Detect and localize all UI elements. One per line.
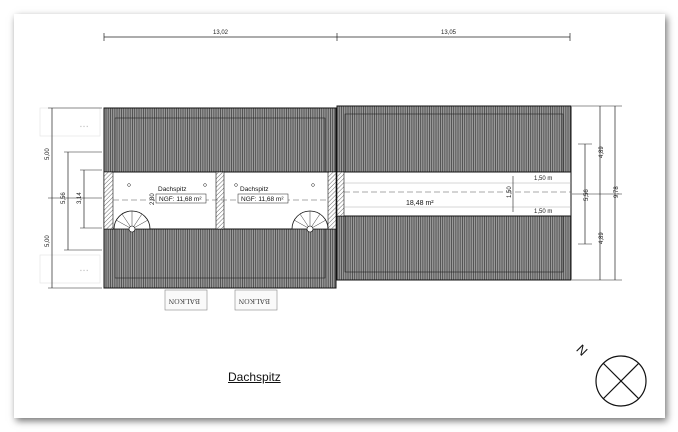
right-dim-top: 1,50 m bbox=[534, 176, 552, 182]
balcony-right: BALKON bbox=[234, 289, 278, 311]
svg-text:▪ ▪ ▪: ▪ ▪ ▪ bbox=[80, 268, 88, 274]
ghost-markings: ▪ ▪ ▪ ▪ ▪ ▪ bbox=[39, 107, 101, 284]
balcony-left-label: BALKON bbox=[168, 297, 200, 306]
right-room: 1,50 m 1,50 m 1,50 18,48 m² bbox=[336, 171, 572, 217]
dim-right-total: 9,78 bbox=[614, 186, 620, 198]
dim-right-upper: 4,89 bbox=[599, 146, 605, 158]
right-room-area: 18,48 m² bbox=[406, 200, 434, 207]
plan-title: Dachspitz bbox=[228, 370, 281, 384]
room-2-area: NGF: 11,68 m² bbox=[241, 196, 284, 203]
right-dim-bottom: 1,50 m bbox=[534, 209, 552, 215]
dim-top-left: 13,02 bbox=[213, 30, 229, 36]
room-2-name: Dachspitz bbox=[240, 186, 269, 193]
dim-left-upper: 5,00 bbox=[45, 148, 51, 160]
dim-left-inner: 3,14 bbox=[77, 192, 83, 204]
floor-plan-drawing: ▪ ▪ ▪ ▪ ▪ ▪ 13,02 13,05 5,00 5,00 5,56 3… bbox=[39, 30, 647, 407]
left-dimensions: 5,00 5,00 5,56 3,14 bbox=[45, 107, 102, 289]
dim-top-right: 13,05 bbox=[441, 30, 457, 36]
dim-left-mid: 5,56 bbox=[61, 192, 67, 204]
dim-left-lower: 5,00 bbox=[45, 235, 51, 247]
top-dimensions: 13,02 13,05 bbox=[103, 30, 571, 41]
room-1-area: NGF: 11,68 m² bbox=[159, 196, 202, 203]
room-1-name: Dachspitz bbox=[158, 186, 187, 193]
balcony-left: BALKON bbox=[164, 289, 208, 311]
svg-text:▪ ▪ ▪: ▪ ▪ ▪ bbox=[80, 124, 88, 130]
dim-right-lower: 4,89 bbox=[599, 232, 605, 244]
room-1-height: 2,80 bbox=[150, 193, 156, 205]
right-dimensions: 4,89 9,78 4,89 5,56 bbox=[572, 105, 622, 281]
compass-north-letter: N bbox=[573, 342, 590, 359]
balcony-right-label: BALKON bbox=[238, 297, 270, 306]
north-compass: N bbox=[573, 342, 647, 407]
dim-right-mid: 5,56 bbox=[584, 189, 590, 201]
right-dim-vertical: 1,50 bbox=[507, 186, 513, 198]
